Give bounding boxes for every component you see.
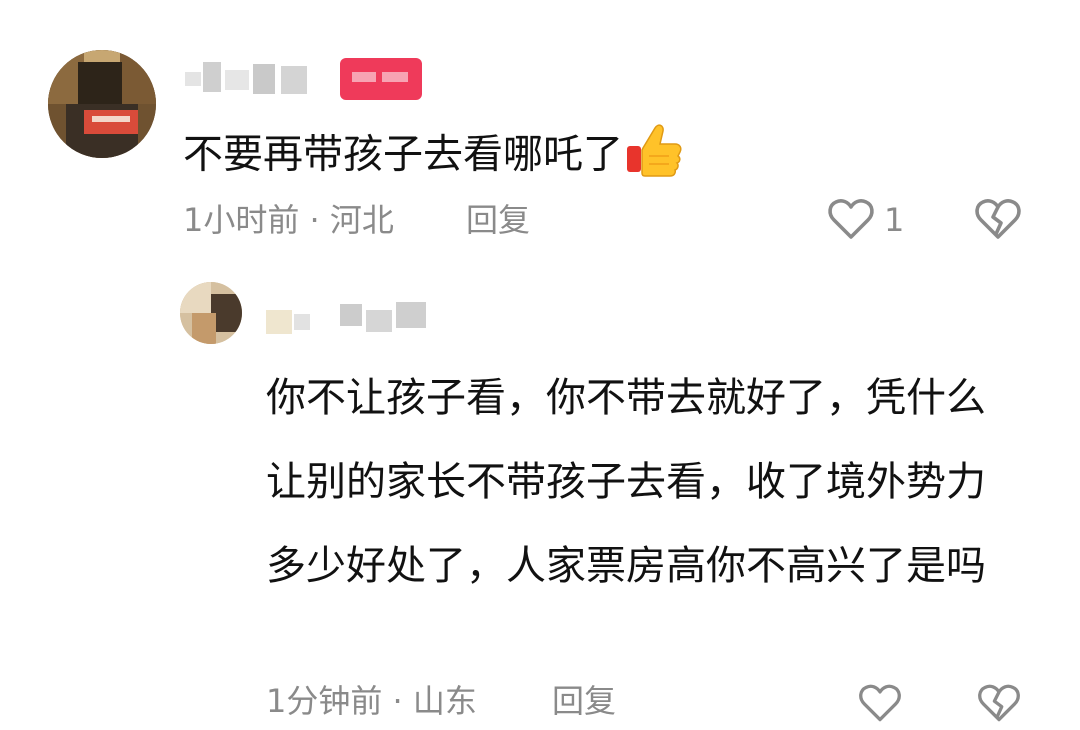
dislike-broken-heart-icon[interactable] [974,680,1024,726]
reply-commenter-name-redacted[interactable] [266,300,436,336]
commenter-name-redacted[interactable] [185,60,325,98]
like-heart-icon[interactable] [856,680,904,726]
reply-avatar-image [180,282,242,344]
reply-comment-text: 你不让孩子看，你不带去就好了，凭什么让别的家长不带孩子去看，收了境外势力多少好处… [266,375,986,589]
commenter-avatar[interactable] [48,50,156,158]
thumbs-up-emoji-icon [625,120,683,193]
reply-comment-meta: 1分钟前 · 山东 [266,682,477,720]
comment-meta: 1小时前 · 河北 [183,201,394,239]
comment-text-content: 不要再带孩子去看哪吒了 [183,131,623,178]
dislike-broken-heart-icon[interactable] [972,194,1024,244]
reply-button[interactable]: 回复 [552,679,616,723]
like-count: 1 [884,201,905,239]
reply-commenter-avatar[interactable] [180,282,242,344]
comment-text: 不要再带孩子去看哪吒了 [183,120,683,193]
like-heart-icon[interactable] [826,194,876,244]
reply-button[interactable]: 回复 [466,198,530,242]
user-badge [340,58,422,100]
avatar-image [48,50,156,158]
